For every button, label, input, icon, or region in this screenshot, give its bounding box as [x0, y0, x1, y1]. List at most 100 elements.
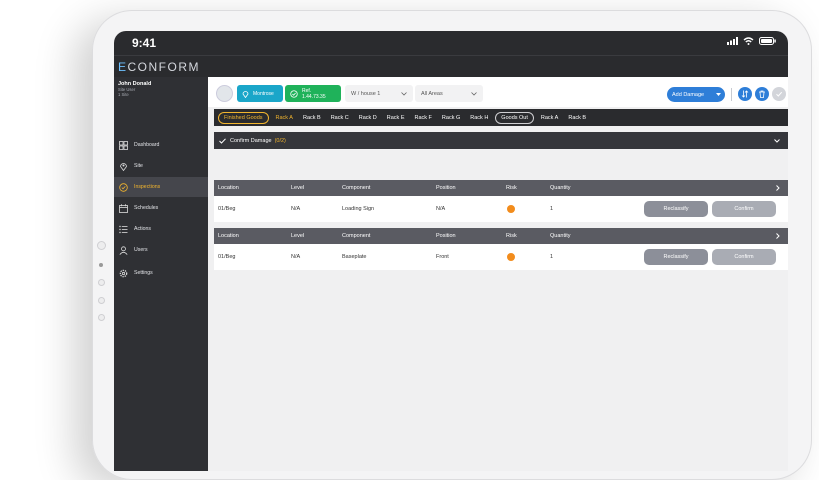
chevron-right-icon[interactable]: [776, 228, 780, 244]
sidebar-item-label: Settings: [134, 270, 153, 276]
list-icon: [118, 224, 128, 234]
location-pin-icon: [242, 90, 249, 98]
chevron-right-icon[interactable]: [776, 180, 780, 196]
sidebar-item-settings[interactable]: Settings: [114, 263, 208, 283]
bezel-button: [98, 279, 105, 286]
tab-rack-d[interactable]: Rack D: [354, 112, 382, 124]
cell-location: 01/Beg: [218, 206, 236, 212]
col-position: Position: [436, 185, 456, 191]
reference-badge[interactable]: Ref. 1.44.73.35: [285, 85, 341, 102]
sort-button[interactable]: [738, 87, 752, 101]
status-bar: 9:41: [114, 31, 788, 55]
sidebar-item-site[interactable]: Site: [114, 156, 208, 176]
risk-indicator: [507, 253, 515, 261]
gear-icon: [118, 268, 128, 278]
app-header: ECONFORM: [114, 55, 788, 77]
check-icon: [219, 137, 226, 144]
trash-icon: [759, 90, 765, 98]
chevron-down-icon: [471, 91, 477, 96]
col-risk: Risk: [506, 185, 517, 191]
tab-rack-h[interactable]: Rack H: [465, 112, 493, 124]
cell-location: 01/Beg: [218, 254, 236, 260]
col-quantity: Quantity: [550, 233, 571, 239]
tab-rack-f[interactable]: Rack F: [410, 112, 437, 124]
tab-finished-goods[interactable]: Finished Goods: [218, 111, 269, 124]
logo-text: CONFORM: [127, 60, 201, 74]
tab-goods-out-rack-b[interactable]: Rack B: [563, 112, 591, 124]
battery-icon: [759, 37, 776, 45]
col-location: Location: [218, 185, 239, 191]
sidebar-item-label: Dashboard: [134, 142, 160, 148]
area-select-value: All Areas: [421, 90, 443, 97]
cell-position: Front: [436, 254, 449, 260]
confirm-damage-bar[interactable]: Confirm Damage (0/2): [214, 132, 788, 149]
status-time: 9:41: [132, 36, 157, 50]
sidebar-item-users[interactable]: Users: [114, 240, 208, 260]
warehouse-select[interactable]: W / house 1: [345, 85, 413, 102]
cell-risk: [507, 244, 515, 270]
sidebar-item-schedules[interactable]: Schedules: [114, 198, 208, 218]
user-info: John Donald Site User 1 Site: [118, 81, 151, 97]
tab-rack-e[interactable]: Rack E: [382, 112, 410, 124]
reference-badge-label: Ref. 1.44.73.35: [301, 87, 326, 100]
user-sites: 1 Site: [118, 92, 129, 97]
cell-component: Loading Sign: [342, 206, 375, 212]
user-icon: [118, 245, 128, 255]
tab-rack-g[interactable]: Rack G: [437, 112, 465, 124]
sidebar-item-label: Users: [134, 247, 148, 253]
sidebar-item-inspections[interactable]: Inspections: [114, 177, 208, 197]
tab-rack-a[interactable]: Rack A: [271, 112, 298, 124]
cell-level: N/A: [291, 206, 301, 212]
logo-mark: E: [118, 60, 128, 74]
wifi-icon: [743, 37, 754, 45]
site-badge-label: Montrose: [253, 90, 274, 97]
cell-quantity: 1: [550, 254, 554, 260]
bezel-button: [98, 314, 105, 321]
location-pin-icon: [118, 161, 128, 171]
confirm-button[interactable]: Confirm: [712, 249, 776, 265]
site-badge[interactable]: Montrose: [237, 85, 283, 102]
reclassify-button[interactable]: Reclassify: [644, 201, 708, 217]
tab-goods-out-rack-a[interactable]: Rack A: [536, 112, 563, 124]
col-component: Component: [342, 185, 371, 191]
col-quantity: Quantity: [550, 185, 571, 191]
confirm-damage-label: Confirm Damage: [230, 137, 272, 144]
reclassify-button[interactable]: Reclassify: [644, 249, 708, 265]
area-select[interactable]: All Areas: [415, 85, 483, 102]
site-avatar[interactable]: [216, 85, 233, 102]
sidebar-item-label: Site: [134, 163, 143, 169]
approve-button[interactable]: [772, 87, 786, 101]
sidebar-item-label: Inspections: [134, 184, 161, 190]
confirm-button[interactable]: Confirm: [712, 201, 776, 217]
sidebar-item-actions[interactable]: Actions: [114, 219, 208, 239]
cell-component: Baseplate: [342, 254, 367, 260]
cell-risk: [507, 196, 515, 222]
inspection-check-icon: [118, 182, 128, 192]
sidebar-item-label: Schedules: [134, 205, 159, 211]
table-header: Location Level Component Position Risk Q…: [214, 228, 788, 244]
main-content: Montrose Ref. 1.44.73.35 W / house 1 All…: [208, 77, 788, 471]
toolbar: Montrose Ref. 1.44.73.35 W / house 1 All…: [208, 77, 788, 107]
col-component: Component: [342, 233, 371, 239]
delete-button[interactable]: [755, 87, 769, 101]
risk-indicator: [507, 205, 515, 213]
table-row: 01/Beg N/A Loading Sign N/A 1 Reclassify…: [214, 196, 788, 222]
col-risk: Risk: [506, 233, 517, 239]
check-icon: [776, 91, 783, 97]
dashboard-icon: [118, 140, 128, 150]
tab-rack-c[interactable]: Rack C: [326, 112, 354, 124]
chevron-down-icon[interactable]: [774, 138, 780, 143]
cell-quantity: 1: [550, 206, 554, 212]
col-level: Level: [291, 185, 305, 191]
screen: 9:41 ECONFORM John Donald Site User 1 Si…: [114, 31, 788, 471]
tab-rack-b[interactable]: Rack B: [298, 112, 326, 124]
tab-goods-out[interactable]: Goods Out: [495, 111, 534, 124]
add-damage-label: Add Damage: [672, 91, 705, 98]
sidebar-item-label: Actions: [134, 226, 152, 232]
divider: [731, 88, 732, 101]
bezel-button: [98, 297, 105, 304]
sidebar-item-dashboard[interactable]: Dashboard: [114, 135, 208, 155]
sort-icon: [741, 90, 749, 98]
add-damage-button[interactable]: Add Damage: [667, 87, 725, 102]
cell-position: N/A: [436, 206, 446, 212]
